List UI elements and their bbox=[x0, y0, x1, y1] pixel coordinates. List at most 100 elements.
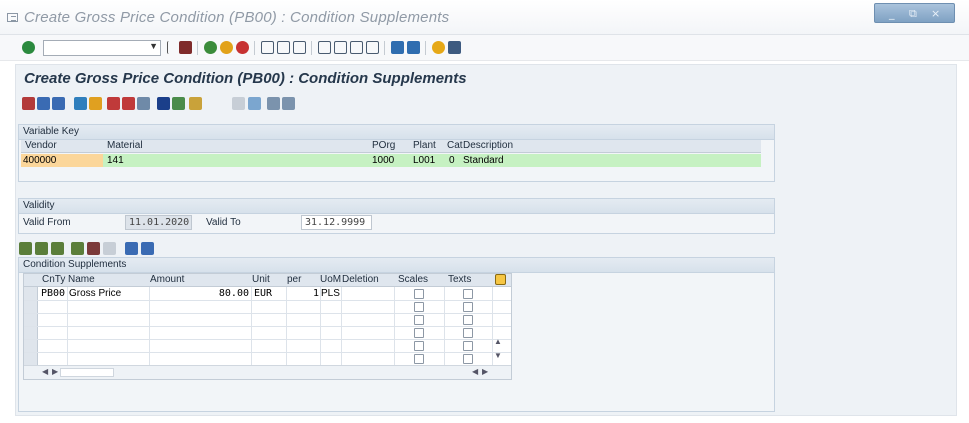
valid-to-field[interactable]: 31.12.9999 bbox=[301, 215, 372, 230]
scroll-right-icon[interactable]: ▶ bbox=[482, 367, 488, 376]
scales-checkbox[interactable] bbox=[414, 315, 424, 325]
cnty-cell[interactable]: PB00 bbox=[41, 288, 65, 299]
print-icon[interactable] bbox=[261, 41, 274, 54]
name-cell[interactable]: Gross Price bbox=[69, 288, 121, 299]
change-icon[interactable] bbox=[89, 97, 102, 110]
find-icon[interactable] bbox=[277, 41, 290, 54]
copy-docs-icon[interactable] bbox=[248, 97, 261, 110]
texts-icon[interactable] bbox=[141, 242, 154, 255]
shortcut-icon[interactable] bbox=[407, 41, 420, 54]
save-icon[interactable] bbox=[179, 41, 192, 54]
variable-key-row[interactable]: 400000 141 1000 L001 0 Standard bbox=[21, 154, 761, 167]
table-row[interactable] bbox=[24, 313, 511, 327]
scroll-right-icon[interactable]: ▶ bbox=[52, 367, 58, 376]
table-row[interactable] bbox=[24, 300, 511, 314]
description-cell[interactable]: Standard bbox=[461, 154, 504, 167]
amount-cell[interactable]: 80.00 bbox=[149, 288, 249, 299]
plant-cell[interactable]: L001 bbox=[411, 154, 435, 167]
scroll-up-icon[interactable]: ▲ bbox=[494, 337, 502, 346]
window-menu-icon[interactable] bbox=[7, 13, 18, 22]
condition-record-icon[interactable] bbox=[22, 97, 35, 110]
first-page-icon[interactable] bbox=[318, 41, 331, 54]
cancel-icon[interactable] bbox=[236, 41, 249, 54]
new-session-icon[interactable] bbox=[391, 41, 404, 54]
table-row[interactable]: PB00 Gross Price 80.00 EUR 1 PLS bbox=[24, 287, 511, 301]
scroll-thumb[interactable] bbox=[60, 368, 114, 377]
command-field[interactable]: ▼ bbox=[43, 40, 161, 56]
window-controls: _ ⧉ × bbox=[874, 3, 955, 23]
undo-icon bbox=[103, 242, 116, 255]
valid-from-field[interactable]: 11.01.2020 bbox=[125, 215, 192, 230]
table-row[interactable] bbox=[24, 352, 511, 366]
cat-cell[interactable]: 0 bbox=[447, 154, 455, 167]
delete-row-icon[interactable] bbox=[87, 242, 100, 255]
next-page-icon[interactable] bbox=[350, 41, 363, 54]
uom-cell[interactable]: PLS bbox=[321, 288, 340, 299]
save-variant-icon[interactable] bbox=[267, 97, 280, 110]
scales-checkbox[interactable] bbox=[414, 341, 424, 351]
col-cnty: CnTy bbox=[42, 274, 66, 285]
insert-row-icon[interactable] bbox=[71, 242, 84, 255]
scales-checkbox[interactable] bbox=[414, 302, 424, 312]
col-plant: Plant bbox=[413, 140, 436, 151]
col-deletion: Deletion bbox=[342, 274, 379, 285]
delete-icon[interactable] bbox=[107, 97, 120, 110]
scroll-left-icon[interactable]: ◀ bbox=[472, 367, 478, 376]
scales-checkbox[interactable] bbox=[414, 289, 424, 299]
select-block-icon[interactable] bbox=[51, 242, 64, 255]
col-uom: UoM bbox=[320, 274, 342, 285]
texts-checkbox[interactable] bbox=[463, 315, 473, 325]
col-texts: Texts bbox=[448, 274, 472, 285]
find-next-icon[interactable] bbox=[293, 41, 306, 54]
texts-checkbox[interactable] bbox=[463, 354, 473, 364]
per-cell[interactable]: 1 bbox=[286, 288, 319, 299]
texts-checkbox[interactable] bbox=[463, 341, 473, 351]
copy-icon[interactable] bbox=[74, 97, 87, 110]
column-settings-icon[interactable] bbox=[495, 274, 506, 285]
scales-checkbox[interactable] bbox=[414, 328, 424, 338]
key-icon[interactable] bbox=[189, 97, 202, 110]
scroll-down-icon[interactable]: ▼ bbox=[494, 351, 502, 360]
info-icon[interactable] bbox=[157, 97, 170, 110]
table-row[interactable] bbox=[24, 339, 511, 353]
variable-key-columns: Vendor Material POrg Plant Cat Descripti… bbox=[21, 140, 761, 153]
standard-toolbar: ▼ bbox=[0, 35, 969, 61]
horizontal-scrollbar[interactable]: ◀ ▶ ◀ ▶ bbox=[24, 365, 511, 379]
table-row[interactable] bbox=[24, 326, 511, 340]
texts-checkbox[interactable] bbox=[463, 328, 473, 338]
history-icon[interactable] bbox=[167, 41, 174, 54]
material-cell[interactable]: 141 bbox=[105, 154, 124, 167]
enter-icon[interactable] bbox=[22, 41, 35, 54]
additional-data-icon[interactable] bbox=[122, 97, 135, 110]
layout-menu-icon[interactable] bbox=[448, 41, 461, 54]
texts-checkbox[interactable] bbox=[463, 289, 473, 299]
unit-cell[interactable]: EUR bbox=[254, 288, 272, 299]
texts-checkbox[interactable] bbox=[463, 302, 473, 312]
previous-page-icon[interactable] bbox=[334, 41, 347, 54]
get-variant-icon[interactable] bbox=[282, 97, 295, 110]
window-title: Create Gross Price Condition (PB00) : Co… bbox=[24, 9, 450, 26]
scales-icon[interactable] bbox=[125, 242, 138, 255]
valid-from-label: Valid From bbox=[23, 217, 71, 228]
select-all-icon[interactable] bbox=[19, 242, 32, 255]
back-icon[interactable] bbox=[204, 41, 217, 54]
screen-area: Create Gross Price Condition (PB00) : Co… bbox=[15, 64, 957, 416]
tree-icon[interactable] bbox=[172, 97, 185, 110]
scroll-left-icon[interactable]: ◀ bbox=[42, 367, 48, 376]
col-material: Material bbox=[107, 140, 143, 151]
last-page-icon[interactable] bbox=[366, 41, 379, 54]
deselect-all-icon[interactable] bbox=[35, 242, 48, 255]
porg-cell[interactable]: 1000 bbox=[370, 154, 394, 167]
scales-checkbox[interactable] bbox=[414, 354, 424, 364]
minimize-button[interactable]: _ bbox=[889, 7, 895, 20]
close-button[interactable]: × bbox=[931, 7, 940, 20]
edit-icon[interactable] bbox=[137, 97, 150, 110]
vendor-cell[interactable]: 400000 bbox=[21, 154, 103, 167]
help-icon[interactable] bbox=[432, 41, 445, 54]
exit-icon[interactable] bbox=[220, 41, 233, 54]
details-icon[interactable] bbox=[52, 97, 65, 110]
col-cat: Cat bbox=[447, 140, 463, 151]
chevron-down-icon[interactable]: ▼ bbox=[149, 41, 158, 51]
overview-icon[interactable] bbox=[37, 97, 50, 110]
maximize-button[interactable]: ⧉ bbox=[909, 7, 917, 21]
